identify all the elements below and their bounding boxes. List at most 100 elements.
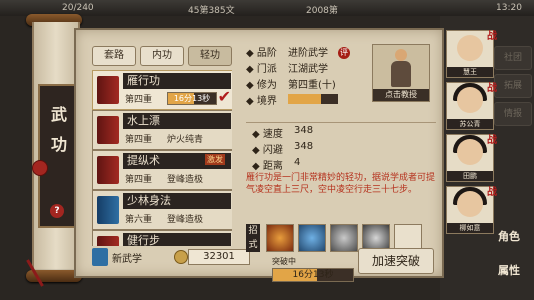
realm-row: ◆ 境界: [246, 92, 338, 107]
grade-row: ◆ 品阶 进阶武学 评: [246, 44, 350, 59]
skill-name: 水上漂: [123, 113, 231, 129]
skill-sub: 登峰造极: [167, 215, 204, 225]
character-slot-1[interactable]: 苏公青 战: [446, 82, 497, 130]
character-column: 慧王 战 苏公青 战 田鹏 战 柳如意 战: [446, 30, 497, 240]
speed-value: 348: [294, 125, 314, 136]
cultivation-label: ◆ 修为: [246, 80, 277, 91]
school-label: ◆ 门派: [246, 64, 277, 75]
book-icon: [97, 196, 119, 224]
character-face-icon: [457, 87, 483, 113]
skill-name: 雁行功: [123, 73, 231, 89]
status-left: 20/240: [62, 3, 94, 13]
ghost-button-1: 拓展: [494, 74, 532, 98]
skill-detail: ◆ 品阶 进阶武学 评 ◆ 门派 江湖武学 ◆ 修为 第四重(十) ◆ 境界 点…: [240, 42, 440, 282]
distance-label: ◆ 距离: [252, 161, 283, 172]
skill-sub: 炉火纯青: [167, 135, 204, 145]
distance-value: 4: [294, 157, 301, 168]
character-face-icon: [457, 139, 483, 165]
book-icon: [97, 236, 119, 246]
speed-label: ◆ 速度: [252, 129, 283, 140]
character-slot-2[interactable]: 田鹏 战: [446, 134, 497, 182]
tab-routine[interactable]: 套路: [92, 46, 136, 66]
dodge-value: 348: [294, 141, 314, 152]
book-icon: [97, 116, 119, 144]
grade-value: 进阶武学: [288, 48, 328, 59]
move-slot-2[interactable]: [330, 224, 358, 252]
skill-name: 少林身法: [123, 193, 231, 209]
monk-figure-icon: [387, 49, 415, 89]
move-slot-0[interactable]: [266, 224, 294, 252]
skills-panel: 套路 内功 轻功 雁行功 第四重 16分13秒 ✔ 水上漂 第四重 炉火纯青 提…: [74, 28, 444, 282]
stats-block: ◆ 速度 348 ◆ 闪避 348 ◆ 距离 4: [246, 122, 436, 172]
dodge-label: ◆ 闪避: [252, 145, 283, 156]
realm-label: ◆ 境界: [246, 96, 277, 107]
skill-progress-text: 16分13秒: [173, 94, 211, 103]
skill-list: 雁行功 第四重 16分13秒 ✔ 水上漂 第四重 炉火纯青 提纵术 激发 第四重…: [92, 70, 232, 246]
dodge-row: ◆ 闪避 348: [252, 141, 313, 156]
book-icon: [97, 156, 119, 184]
war-mark: 战: [487, 83, 497, 94]
skill-item-1[interactable]: 水上漂 第四重 炉火纯青: [92, 110, 232, 150]
bottom-bar: 新武学 32301: [92, 246, 250, 268]
ghost-button-2: 情报: [494, 102, 532, 126]
character-face-icon: [457, 191, 483, 217]
ghost-button-0: 社团: [494, 46, 532, 70]
character-name: 柳如意: [447, 223, 493, 233]
skill-item-2[interactable]: 提纵术 激发 第四重 登峰造极: [92, 150, 232, 190]
skill-progress: 16分13秒: [167, 92, 217, 105]
status-time: 13:20: [496, 3, 522, 13]
help-icon[interactable]: ?: [50, 204, 64, 218]
cultivation-value: 第四重(十): [288, 80, 336, 91]
skill-name: 健行步: [123, 233, 231, 246]
scroll-title: 武功 ?: [38, 84, 76, 228]
character-name: 苏公青: [447, 119, 493, 129]
moves-label: 招式: [246, 224, 260, 252]
breakthrough-label: 突破中: [272, 257, 296, 266]
distance-row: ◆ 距离 4: [252, 157, 300, 172]
character-name: 慧王: [447, 67, 493, 77]
status-mid: 45第385文: [188, 6, 235, 16]
tab-qinggong[interactable]: 轻功: [188, 46, 232, 66]
skill-sub: 登峰造极: [167, 175, 204, 185]
war-mark: 战: [487, 135, 497, 146]
skill-level: 第四重: [125, 95, 153, 105]
character-slot-0[interactable]: 慧王 战: [446, 30, 497, 78]
scroll-title-text: 武功: [48, 106, 67, 166]
character-slot-3[interactable]: 柳如意 战: [446, 186, 497, 234]
skill-item-0[interactable]: 雁行功 第四重 16分13秒 ✔: [92, 70, 232, 110]
side-label-role[interactable]: 角色: [498, 228, 520, 244]
move-slot-1[interactable]: [298, 224, 326, 252]
breakthrough-box: 突破中 16分13秒: [272, 256, 354, 282]
checkmark-icon: ✔: [217, 87, 231, 106]
war-mark: 战: [487, 31, 497, 42]
jade-pendant-icon: [32, 160, 48, 176]
breakthrough-bar: 16分13秒: [272, 268, 354, 282]
status-right: 2008第: [306, 6, 338, 16]
school-value: 江湖武学: [288, 64, 328, 75]
grade-badge: 评: [338, 47, 350, 59]
activated-badge: 激发: [205, 154, 225, 165]
war-mark: 战: [487, 187, 497, 198]
school-row: ◆ 门派 江湖武学: [246, 60, 328, 75]
new-skill-label[interactable]: 新武学: [112, 250, 142, 265]
cultivation-row: ◆ 修为 第四重(十): [246, 76, 336, 91]
skill-item-3[interactable]: 少林身法 第六重 登峰造极: [92, 190, 232, 230]
master-portrait[interactable]: 点击教授: [372, 44, 430, 102]
skill-item-4[interactable]: 健行步: [92, 230, 232, 246]
character-face-icon: [457, 35, 483, 61]
portrait-caption: 点击教授: [373, 89, 429, 101]
speed-row: ◆ 速度 348: [252, 125, 313, 140]
tab-internal[interactable]: 内功: [140, 46, 184, 66]
book-icon: [97, 76, 119, 104]
grade-label: ◆ 品阶: [246, 48, 277, 59]
character-name: 田鹏: [447, 171, 493, 181]
new-skill-book-icon[interactable]: [92, 248, 108, 266]
skill-level: 第四重: [125, 135, 153, 145]
side-label-attr[interactable]: 属性: [498, 262, 520, 278]
realm-bar: [288, 94, 338, 104]
speed-up-button[interactable]: 加速突破: [358, 248, 434, 274]
skill-level: 第六重: [125, 215, 153, 225]
breakthrough-text: 16分13秒: [292, 270, 334, 280]
skill-level: 第四重: [125, 175, 153, 185]
skill-description: 雁行功是一门非常精妙的轻功，据说学成者可提气凌空直上三尺，空中凌空行走三十七步。: [246, 173, 436, 195]
